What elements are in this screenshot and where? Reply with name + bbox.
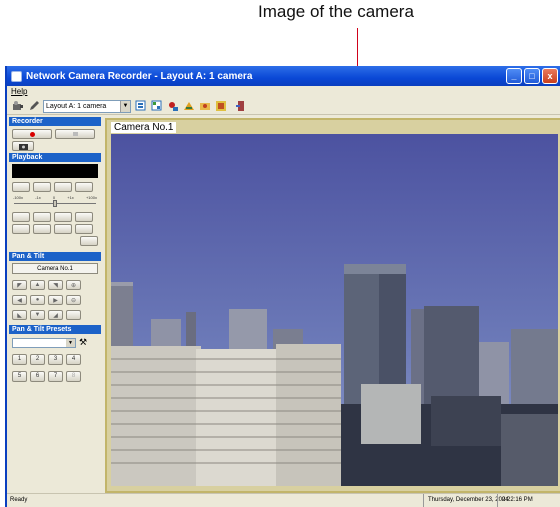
toolbar: Layout A: 1 camera ▼	[7, 98, 560, 115]
pan-tilt-section-title: Pan & Tilt	[9, 252, 101, 261]
title-bar[interactable]: Network Camera Recorder - Layout A: 1 ca…	[7, 66, 560, 86]
pan-left-button[interactable]: ◀	[12, 295, 27, 305]
stop-icon	[72, 132, 78, 136]
pan-down-left-button[interactable]: ◣	[12, 310, 27, 320]
camera-image[interactable]	[111, 134, 558, 486]
record-icon	[29, 131, 35, 137]
playback-settings-button[interactable]	[80, 236, 98, 246]
recorder-section-title: Recorder	[9, 117, 101, 126]
menu-help[interactable]: Help	[11, 87, 27, 96]
zoom-in-button[interactable]: ⊕	[66, 280, 81, 290]
presets-section-title: Pan & Tilt Presets	[9, 325, 101, 334]
exit-icon[interactable]	[234, 100, 247, 113]
snapshot-button[interactable]	[12, 141, 34, 151]
menu-bar: Help	[7, 86, 560, 98]
layout-b-icon[interactable]	[150, 100, 163, 113]
tools-icon[interactable]	[182, 100, 195, 113]
slider-thumb[interactable]	[53, 200, 57, 207]
app-icon	[11, 70, 22, 82]
preset-button-6[interactable]: 6	[30, 371, 45, 382]
stop-playback-button[interactable]	[75, 182, 93, 192]
layout-a-icon[interactable]	[134, 100, 147, 113]
pan-tilt-camera-name: Camera No.1	[12, 263, 98, 274]
preset-button-5[interactable]: 5	[12, 371, 27, 382]
step-forward-button[interactable]	[54, 212, 72, 222]
city-skyline-image	[111, 134, 558, 486]
preset-button-8[interactable]: 8	[66, 371, 81, 382]
pan-up-button[interactable]: ▲	[30, 280, 45, 290]
preset-select[interactable]: ▼	[12, 337, 76, 348]
play-reverse-button[interactable]	[12, 182, 30, 192]
zoom-out-button[interactable]: ⊖	[66, 295, 81, 305]
pan-down-right-button[interactable]: ◢	[48, 310, 63, 320]
schedule-icon[interactable]	[214, 100, 227, 113]
zoom-in-icon: ⊕	[70, 282, 77, 289]
camera-label: Camera No.1	[111, 122, 177, 133]
preset-settings-icon[interactable]: ⚒	[79, 337, 87, 348]
window-controls: _ □ x	[506, 68, 558, 84]
pan-down-button[interactable]: ▼	[30, 310, 45, 320]
status-date: Thursday, December 23, 2004	[423, 494, 509, 507]
play-forward-button[interactable]	[54, 182, 72, 192]
layout-select[interactable]: Layout A: 1 camera ▼	[43, 99, 131, 113]
preset-button-4[interactable]: 4	[66, 354, 81, 365]
folder-icon[interactable]	[198, 100, 211, 113]
zoom-out-icon: ⊖	[70, 297, 77, 304]
status-time: 2:22:16 PM	[497, 494, 533, 507]
status-bar: Ready Thursday, December 23, 2004 2:22:1…	[7, 493, 560, 507]
camera-view[interactable]: Camera No.1	[105, 118, 560, 493]
camera-icon	[18, 143, 28, 150]
app-window: Network Camera Recorder - Layout A: 1 ca…	[5, 66, 560, 507]
camera-settings-icon[interactable]	[11, 100, 24, 113]
pan-home-button[interactable]: ●	[30, 295, 45, 305]
chevron-down-icon[interactable]: ▼	[120, 100, 130, 112]
callout-label: Image of the camera	[258, 2, 414, 21]
pan-tilt-icon[interactable]	[166, 100, 179, 113]
control-panel: Recorder Playback -100x -1x 0 +1x +100x …	[7, 116, 103, 496]
step-back-button[interactable]	[33, 212, 51, 222]
speed-slider[interactable]	[14, 200, 96, 207]
edit-icon[interactable]	[27, 100, 40, 113]
search-forward-button[interactable]	[54, 224, 72, 234]
preset-button-1[interactable]: 1	[12, 354, 27, 365]
playback-display	[12, 164, 98, 178]
layout-select-value: Layout A: 1 camera	[46, 102, 107, 110]
preset-button-2[interactable]: 2	[30, 354, 45, 365]
pause-button[interactable]	[33, 182, 51, 192]
window-title: Network Camera Recorder - Layout A: 1 ca…	[26, 70, 253, 82]
status-text: Ready	[10, 497, 28, 503]
preset-button-7[interactable]: 7	[48, 371, 63, 382]
go-start-button[interactable]	[12, 212, 30, 222]
zoom-reset-button[interactable]	[66, 310, 81, 320]
close-button[interactable]: x	[542, 68, 558, 84]
chevron-down-icon[interactable]: ▼	[66, 338, 75, 347]
playback-section-title: Playback	[9, 153, 101, 162]
pan-right-button[interactable]: ▶	[48, 295, 63, 305]
preset-button-3[interactable]: 3	[48, 354, 63, 365]
go-end-button[interactable]	[75, 212, 93, 222]
stop-record-button[interactable]	[55, 129, 95, 139]
pan-up-right-button[interactable]: ◥	[48, 280, 63, 290]
search-button[interactable]	[33, 224, 51, 234]
maximize-button[interactable]: □	[524, 68, 540, 84]
record-button[interactable]	[12, 129, 52, 139]
page: Image of the camera Network Camera Recor…	[0, 0, 560, 507]
minimize-button[interactable]: _	[506, 68, 522, 84]
export-button[interactable]	[75, 224, 93, 234]
search-back-button[interactable]	[12, 224, 30, 234]
pan-up-left-button[interactable]: ◤	[12, 280, 27, 290]
